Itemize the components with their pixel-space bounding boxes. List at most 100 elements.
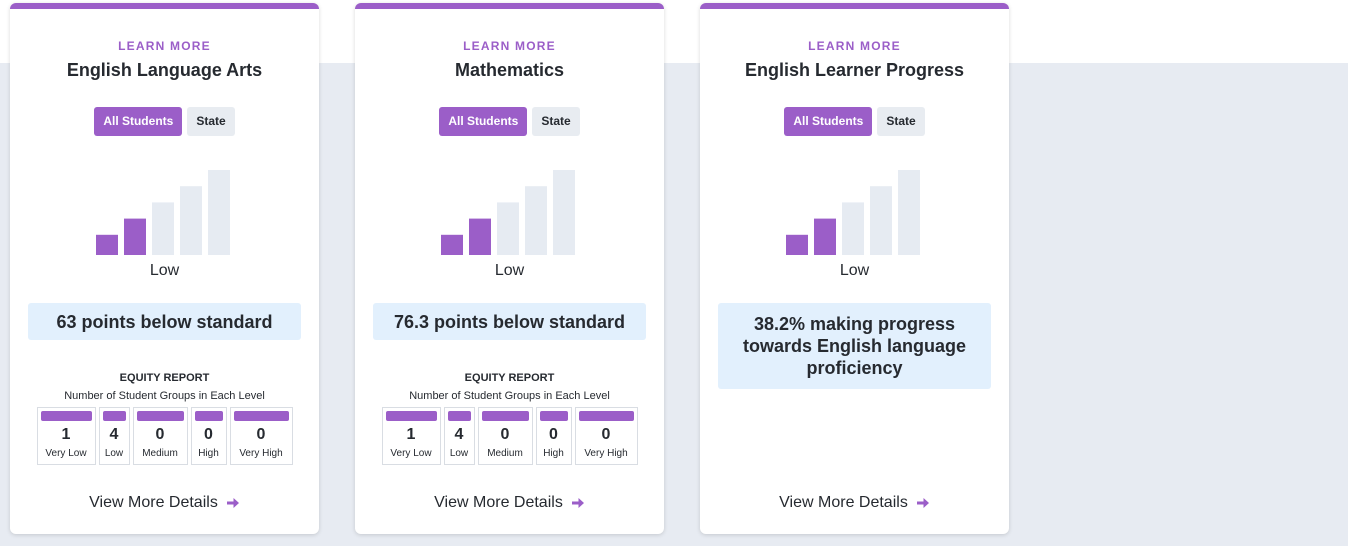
card-mathematics: LEARN MORE Mathematics All Students Stat… [355, 3, 664, 534]
student-group-toggle: All Students State [10, 107, 319, 136]
card-title: English Language Arts [66, 60, 263, 80]
equity-report-title: EQUITY REPORT [119, 372, 210, 384]
level-bar-4 [525, 186, 547, 255]
view-more-label: View More Details [779, 494, 908, 511]
card-english-language-arts: LEARN MORE English Language Arts All Stu… [10, 3, 319, 534]
view-more-label: View More Details [434, 494, 563, 511]
arrow-right-icon [916, 498, 929, 508]
equity-report-levels: 1 Very Low 4 Low 0 Medium 0 High 0 Very … [10, 407, 319, 465]
state-button[interactable]: State [187, 107, 235, 136]
card-title: Mathematics [454, 60, 565, 80]
equity-level-label: Low [449, 448, 469, 459]
level-label: Low [149, 262, 180, 279]
arrow-right-icon [571, 498, 584, 508]
card-english-learner-progress: LEARN MORE English Learner Progress All … [700, 3, 1009, 534]
equity-level-high: 0 High [190, 407, 227, 465]
all-students-button[interactable]: All Students [94, 107, 183, 136]
equity-report-subtitle: Number of Student Groups in Each Level [64, 390, 265, 402]
level-bar-1 [441, 234, 463, 255]
view-more-details-link[interactable]: View More Details [355, 494, 664, 512]
learn-more-link[interactable]: LEARN MORE [700, 39, 1009, 53]
level-bar-1 [96, 234, 118, 255]
status-box: 76.3 points below standard [373, 303, 646, 340]
level-bar-3 [497, 202, 519, 255]
equity-level-very-high: 0 Very High [229, 407, 293, 465]
all-students-button[interactable]: All Students [439, 107, 528, 136]
level-label: Low [839, 262, 870, 279]
level-bar-5 [898, 170, 920, 255]
level-bar-4 [180, 186, 202, 255]
arrow-right-icon [226, 498, 239, 508]
equity-level-count: 0 [500, 426, 510, 443]
equity-level-label: Very High [239, 448, 283, 459]
equity-level-count: 0 [256, 426, 266, 443]
level-bars-icon [441, 170, 575, 255]
equity-level-bar [539, 411, 568, 421]
status-box: 38.2% making progress towards English la… [718, 303, 991, 389]
level-bar-3 [842, 202, 864, 255]
equity-level-count: 4 [454, 426, 464, 443]
equity-level-count: 0 [601, 426, 611, 443]
level-bar-4 [870, 186, 892, 255]
equity-level-count: 4 [109, 426, 119, 443]
equity-level-very-low: 1 Very Low [381, 407, 441, 465]
level-bar-2 [124, 218, 146, 255]
equity-level-label: Low [104, 448, 124, 459]
equity-level-bar [385, 411, 437, 421]
all-students-button[interactable]: All Students [784, 107, 873, 136]
level-bar-5 [553, 170, 575, 255]
view-more-details-link[interactable]: View More Details [10, 494, 319, 512]
equity-report-subtitle: Number of Student Groups in Each Level [409, 390, 610, 402]
state-button[interactable]: State [877, 107, 925, 136]
level-bar-1 [786, 234, 808, 255]
student-group-toggle: All Students State [355, 107, 664, 136]
level-bar-2 [469, 218, 491, 255]
equity-level-bar [578, 411, 634, 421]
dashboard-cards: LEARN MORE English Language Arts All Stu… [10, 3, 1009, 534]
card-title: English Learner Progress [744, 60, 965, 80]
equity-level-label: High [198, 448, 219, 459]
equity-level-label: Very High [584, 448, 628, 459]
equity-level-label: Medium [487, 448, 523, 459]
learn-more-link[interactable]: LEARN MORE [355, 39, 664, 53]
status-text: 76.3 points below standard [393, 311, 626, 332]
equity-level-label: Very Low [45, 448, 87, 459]
equity-level-count: 0 [155, 426, 165, 443]
student-group-toggle: All Students State [700, 107, 1009, 136]
equity-level-label: Medium [142, 448, 178, 459]
status-text: 38.2% making progress towards English la… [742, 314, 967, 378]
equity-level-bar [233, 411, 289, 421]
view-more-label: View More Details [89, 494, 218, 511]
learn-more-link[interactable]: LEARN MORE [10, 39, 319, 53]
equity-level-count: 0 [204, 426, 213, 443]
equity-report-title: EQUITY REPORT [464, 372, 555, 384]
equity-level-very-low: 1 Very Low [36, 407, 96, 465]
equity-level-low: 4 Low [443, 407, 475, 465]
level-bar-5 [208, 170, 230, 255]
equity-level-label: Very Low [390, 448, 432, 459]
status-box: 63 points below standard [28, 303, 301, 340]
equity-level-count: 0 [549, 426, 558, 443]
level-bar-3 [152, 202, 174, 255]
equity-level-very-high: 0 Very High [574, 407, 638, 465]
equity-level-high: 0 High [535, 407, 572, 465]
equity-level-bar [194, 411, 223, 421]
equity-level-medium: 0 Medium [132, 407, 188, 465]
level-bar-2 [814, 218, 836, 255]
equity-level-bar [481, 411, 529, 421]
level-label: Low [494, 262, 525, 279]
level-bars-icon [96, 170, 230, 255]
level-bars-icon [786, 170, 920, 255]
view-more-details-link[interactable]: View More Details [700, 494, 1009, 512]
equity-level-count: 1 [406, 426, 416, 443]
equity-level-low: 4 Low [98, 407, 130, 465]
state-button[interactable]: State [532, 107, 580, 136]
equity-report-levels: 1 Very Low 4 Low 0 Medium 0 High 0 Very … [355, 407, 664, 465]
equity-level-bar [136, 411, 184, 421]
equity-level-count: 1 [61, 426, 71, 443]
status-text: 63 points below standard [56, 311, 273, 332]
equity-level-bar [40, 411, 92, 421]
equity-level-bar [447, 411, 471, 421]
equity-level-medium: 0 Medium [477, 407, 533, 465]
equity-level-bar [102, 411, 126, 421]
